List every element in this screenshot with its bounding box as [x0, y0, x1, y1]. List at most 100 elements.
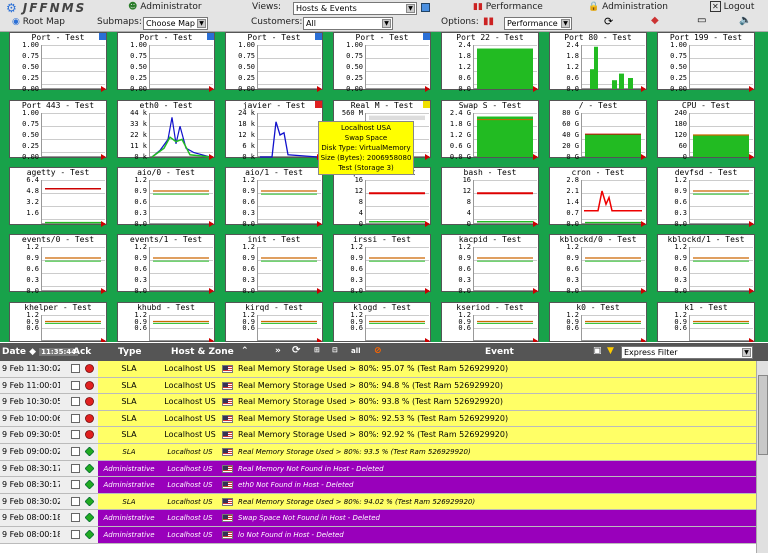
event-row[interactable]: 9 Feb 08:00:18 Administrative Localhost …: [0, 527, 768, 544]
graph-panel[interactable]: Port - Test 1.00 0.75 0.50 0.25 0.00: [333, 32, 431, 93]
graph-panel[interactable]: Port - Test 1.00 0.75 0.50 0.25 0.00: [9, 32, 107, 93]
graph-panel[interactable]: k1 - Test 1.2 0.9 0.6: [657, 302, 755, 342]
graph-panel[interactable]: Port 199 - Test 1.00 0.75 0.50 0.25 0.00: [657, 32, 755, 93]
y-tick-label: 1.2: [566, 63, 579, 71]
ack-checkbox[interactable]: [71, 530, 80, 539]
user-icon: ☻: [128, 2, 138, 12]
alarm-icon[interactable]: ◆: [651, 15, 659, 26]
graph-panel[interactable]: Port 443 - Test 1.00 0.75 0.50 0.25 0.00: [9, 100, 107, 161]
event-row[interactable]: 9 Feb 11:30:02 SLA Localhost US Real Mem…: [0, 361, 768, 378]
options-select[interactable]: Performance ▼: [504, 17, 572, 30]
graph-panel[interactable]: khubd - Test 1.2 0.9 0.6: [117, 302, 215, 342]
graph-panel[interactable]: kblockd/1 - Test 1.2 0.9 0.6 0.3 0.0: [657, 234, 755, 295]
logout-link[interactable]: ✕ Logout: [710, 1, 754, 12]
event-row[interactable]: 9 Feb 09:00:02 SLA Localhost US Real Mem…: [0, 444, 768, 461]
graph-panel[interactable]: events/0 - Test 1.2 0.9 0.6 0.3 0.0: [9, 234, 107, 295]
window-icon[interactable]: ▭: [697, 15, 706, 26]
y-tick-label: 0.50: [238, 63, 255, 71]
ack-checkbox[interactable]: [71, 447, 80, 456]
all-link[interactable]: all: [351, 347, 361, 355]
host-column-header[interactable]: Host & Zone: [171, 347, 234, 357]
graph-panel[interactable]: Port - Test 1.00 0.75 0.50 0.25 0.00: [117, 32, 215, 93]
graph-panel[interactable]: eth0 - Test 44 k 33 k 22 k 11 k0 k: [117, 100, 215, 161]
y-tick-label: 1.2: [674, 243, 687, 251]
ack-checkbox[interactable]: [71, 463, 80, 473]
y-tick-label: 24 k: [238, 109, 255, 117]
administration-link[interactable]: 🔒 Administration: [588, 2, 668, 12]
graph-panel[interactable]: Port - Test 1.00 0.75 0.50 0.25 0.00: [225, 32, 323, 93]
minus-icon[interactable]: ⊟: [332, 346, 338, 354]
graph-panel[interactable]: cron - Test 2.8 2.1 1.4 0.7 0.0: [549, 167, 647, 228]
ok-status-icon: [85, 496, 94, 506]
collapse-icon[interactable]: ⌃: [241, 346, 249, 356]
graph-panel[interactable]: CPU - Test 240 180 120 60 0: [657, 100, 755, 161]
performance-link[interactable]: ▮▮ Performance: [473, 2, 543, 12]
save-icon[interactable]: ▣: [593, 346, 602, 356]
graph-panel[interactable]: kacpid - Test 1.2 0.9 0.6 0.3 0.0: [441, 234, 539, 295]
graph-panel[interactable]: / - Test 80 G 60 G 40 G 20 G0 G: [549, 100, 647, 161]
event-row[interactable]: 9 Feb 08:30:17 Administrative Localhost …: [0, 477, 768, 494]
ack-checkbox[interactable]: [71, 380, 80, 390]
event-date: 9 Feb 08:30:17: [0, 477, 60, 493]
graph-panel[interactable]: javier - Test 24 k 18 k 12 k6 k0 k: [225, 100, 323, 161]
ack-column-header[interactable]: Ack: [73, 347, 91, 357]
graph-panel[interactable]: bash - Test 16 12 8 4 0: [441, 167, 539, 228]
zone-flag-icon: [222, 411, 234, 427]
graph-panel[interactable]: kirqd - Test 1.2 0.9 0.6: [225, 302, 323, 342]
event-column-header[interactable]: Event: [485, 347, 514, 357]
graph-panel[interactable]: agetty - Test 6.4 4.8 3.2 1.6: [9, 167, 107, 227]
views-go-icon[interactable]: [421, 3, 430, 12]
event-row[interactable]: 9 Feb 11:00:01 SLA Localhost US Real Mem…: [0, 377, 768, 395]
user-link[interactable]: ☻ Administrator: [128, 2, 202, 12]
graph-panel[interactable]: devfsd - Test 1.2 0.9 0.6 0.3 0.0: [657, 167, 755, 228]
submaps-select[interactable]: Choose Map ▼: [143, 17, 208, 30]
refresh-icon[interactable]: ⟳: [604, 15, 613, 28]
graph-panel[interactable]: klogd - Test 1.2 0.9 0.6: [333, 302, 431, 342]
ack-checkbox[interactable]: [71, 513, 80, 523]
graph-panel[interactable]: k0 - Test 1.2 0.9 0.6: [549, 302, 647, 342]
ack-checkbox[interactable]: [71, 496, 80, 506]
fast-forward-icon[interactable]: »: [275, 346, 281, 356]
performance-label: Performance: [485, 2, 543, 12]
event-row[interactable]: 9 Feb 08:00:18 Administrative Localhost …: [0, 510, 768, 527]
scrollbar-thumb[interactable]: [758, 375, 768, 455]
graph-panel[interactable]: Swap S - Test 2.4 G 1.8 G 1.2 G 0.6 G 0.0 G: [441, 100, 539, 161]
date-column-header[interactable]: Date ◆ 11:35:44: [2, 347, 78, 357]
ack-checkbox[interactable]: [71, 364, 80, 373]
type-column-header[interactable]: Type: [118, 347, 141, 357]
ack-checkbox[interactable]: [71, 430, 80, 440]
graph-panel[interactable]: init - Test 1.2 0.9 0.6 0.3 0.0: [225, 234, 323, 295]
event-row[interactable]: 9 Feb 10:30:05 SLA Localhost US Real Mem…: [0, 394, 768, 411]
graph-panel[interactable]: events/1 - Test 1.2 0.9 0.6 0.3 0.0: [117, 234, 215, 295]
graph-panel[interactable]: kseriod - Test 1.2 0.9 0.6: [441, 302, 539, 342]
graph-panel[interactable]: apache2 - Test1612840: [333, 167, 431, 228]
refresh-icon[interactable]: ⟳: [292, 345, 300, 356]
plus-icon[interactable]: ⊞: [314, 346, 320, 354]
ack-checkbox[interactable]: [71, 413, 80, 423]
event-row[interactable]: 9 Feb 09:30:05 SLA Localhost US Real Mem…: [0, 427, 768, 444]
plot-area: [689, 180, 754, 227]
graph-panel[interactable]: khelper - Test 1.2 0.9 0.6: [9, 302, 107, 342]
event-row[interactable]: 9 Feb 08:30:02 SLA Localhost US Real Mem…: [0, 493, 768, 511]
sound-icon[interactable]: 🔈: [739, 15, 751, 26]
bar-chart-icon[interactable]: ▮▮: [483, 16, 494, 27]
graph-panel[interactable]: aio/1 - Test 1.2 0.9 0.6 0.3 0.0: [225, 167, 323, 228]
events-scrollbar[interactable]: [756, 361, 768, 553]
y-tick-label: 0.0: [458, 85, 471, 93]
root-map-link[interactable]: ◉ Root Map: [12, 17, 65, 27]
express-filter-select[interactable]: Express Filter ▼: [621, 346, 753, 359]
event-row[interactable]: 9 Feb 10:00:06 SLA Localhost US Real Mem…: [0, 410, 768, 428]
graph-panel[interactable]: irssi - Test 1.2 0.9 0.6 0.3 0.0: [333, 234, 431, 295]
ack-checkbox[interactable]: [71, 480, 80, 490]
customers-select[interactable]: All ▼: [303, 17, 393, 30]
graph-panel[interactable]: Port 22 - Test 2.4 1.8 1.2 0.6 0.0: [441, 32, 539, 93]
y-tick-label: 1.2: [242, 243, 255, 251]
filter-icon[interactable]: ▼: [607, 346, 614, 356]
ack-checkbox[interactable]: [71, 397, 80, 407]
graph-panel[interactable]: kblockd/0 - Test 1.2 0.9 0.6 0.3 0.0: [549, 234, 647, 295]
stop-icon[interactable]: ⊘: [374, 346, 382, 356]
graph-panel[interactable]: Port 80 - Test 2.4 1.8 1.2 0.6 0.0: [549, 32, 647, 93]
views-select[interactable]: Hosts & Events ▼: [293, 2, 417, 15]
event-row[interactable]: 9 Feb 08:30:17 Administrative Localhost …: [0, 460, 768, 478]
graph-panel[interactable]: aio/0 - Test 1.2 0.9 0.6 0.3 0.0: [117, 167, 215, 228]
